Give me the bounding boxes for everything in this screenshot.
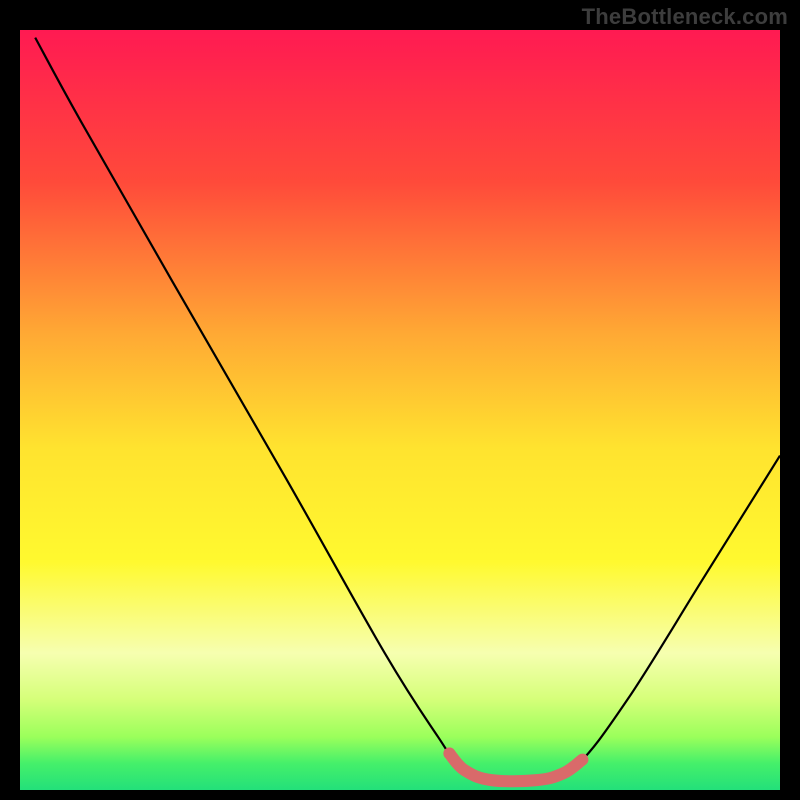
watermark-text: TheBottleneck.com (582, 4, 788, 30)
chart-stage: TheBottleneck.com (0, 0, 800, 800)
gradient-background (20, 30, 780, 790)
highlight-dot-icon (443, 748, 455, 760)
bottleneck-chart (0, 0, 800, 800)
